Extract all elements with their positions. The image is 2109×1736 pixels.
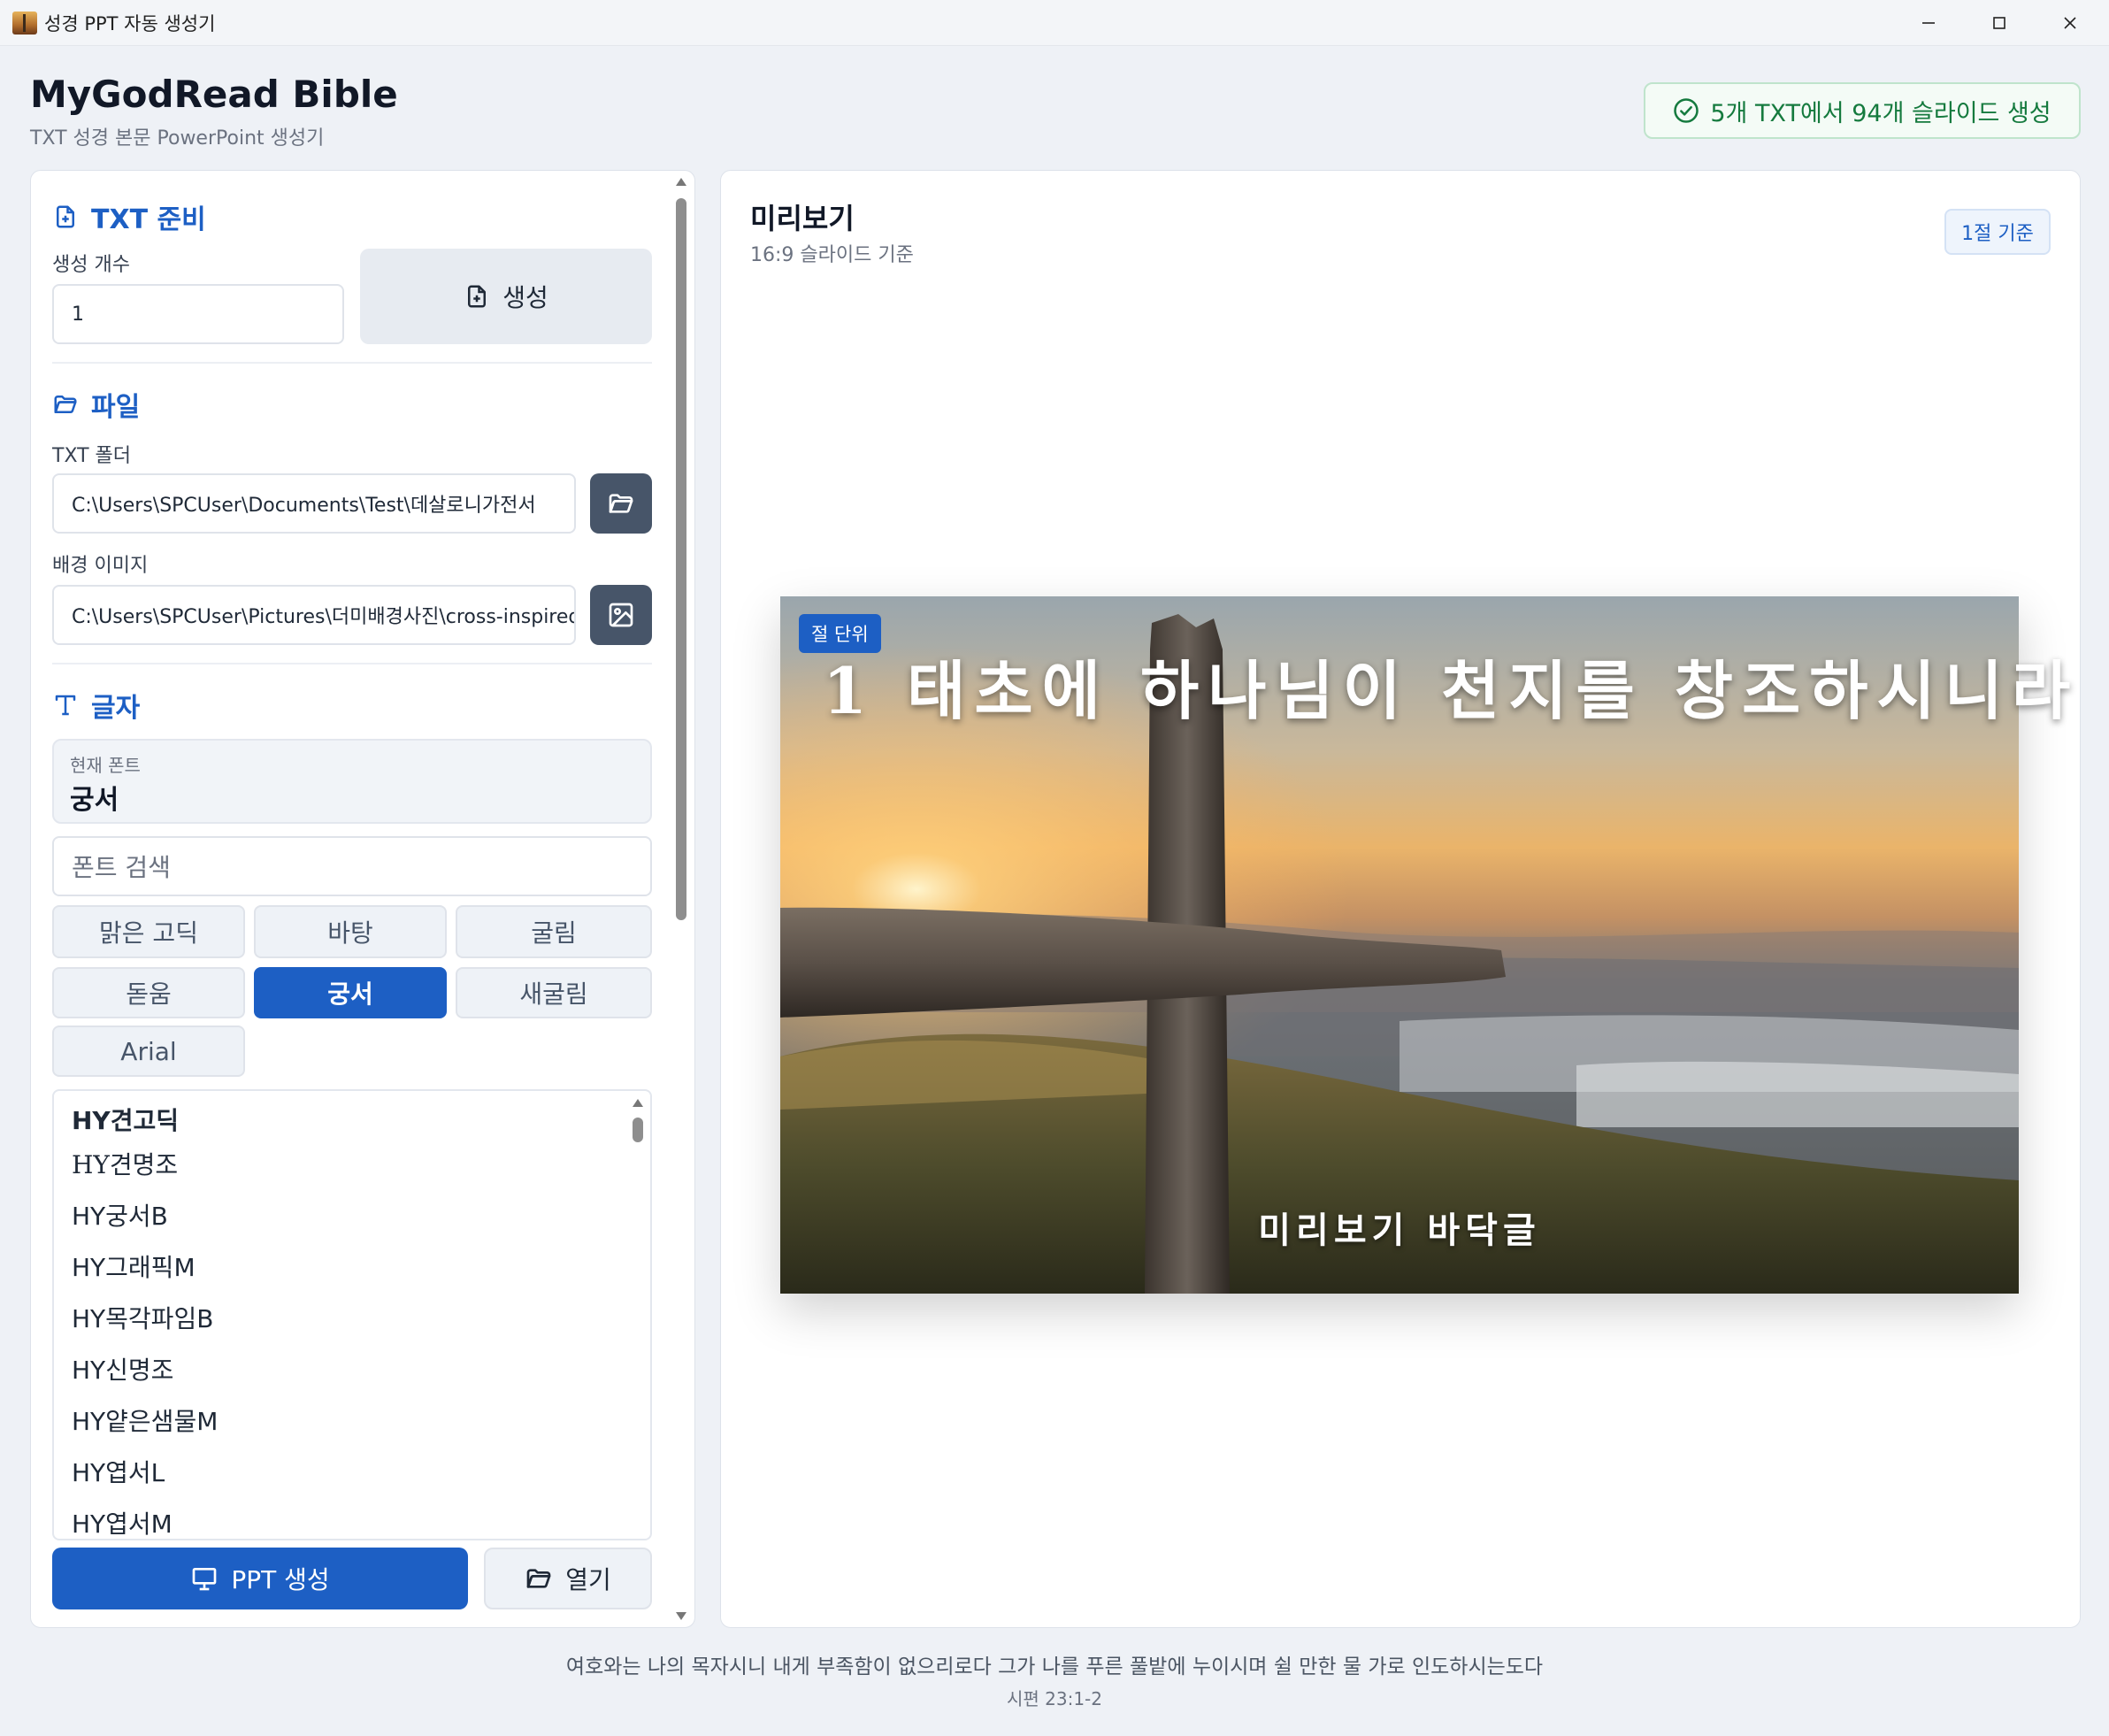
minimize-button[interactable] xyxy=(1893,0,1964,46)
status-text: 5개 TXT에서 94개 슬라이드 생성 xyxy=(1710,99,2051,127)
font-list-item[interactable]: HY견고딕 xyxy=(72,1102,179,1137)
font-list-scrollbar[interactable] xyxy=(633,1118,643,1142)
scroll-down-icon[interactable] xyxy=(674,1609,688,1623)
footer-quote: 여호와는 나의 목자시니 내게 부족함이 없으리로다 그가 나를 푸른 풀밭에 … xyxy=(565,1655,1544,1678)
section-txt-prep: TXT 준비 xyxy=(52,197,206,236)
generate-button[interactable]: 생성 xyxy=(360,249,652,344)
section-title-text: 파일 xyxy=(91,392,141,423)
maximize-icon xyxy=(1993,17,2005,29)
font-list-item[interactable]: HY엽서L xyxy=(72,1454,165,1489)
current-font-card: 현재 폰트 궁서 xyxy=(52,739,652,824)
font-list[interactable]: HY견고딕 HY견명조 HY궁서B HY그래픽M HY목각파임B HY신명조 H… xyxy=(52,1089,652,1540)
type-icon xyxy=(55,695,76,716)
open-button[interactable]: 열기 xyxy=(484,1548,652,1609)
font-chip-batang[interactable]: 바탕 xyxy=(254,905,447,958)
font-list-item[interactable]: HY견명조 xyxy=(72,1146,178,1181)
font-chip-gulim[interactable]: 굴림 xyxy=(456,905,652,958)
app-title: MyGodRead Bible xyxy=(30,73,398,116)
check-circle-icon xyxy=(1674,98,1699,123)
slide-verse-text: 1 태초에 하나님이 천지를 창조하시니라 xyxy=(823,653,2080,728)
section-text: 글자 xyxy=(52,686,140,725)
ppt-generate-label: PPT 생성 xyxy=(231,1565,330,1594)
font-list-item[interactable]: HY신명조 xyxy=(72,1351,173,1386)
minimize-icon xyxy=(1922,22,1935,24)
folder-open-icon xyxy=(609,494,633,513)
scroll-up-icon[interactable] xyxy=(631,1096,645,1110)
file-plus-icon xyxy=(57,205,74,228)
ppt-generate-button[interactable]: PPT 생성 xyxy=(52,1548,468,1609)
txt-folder-label: TXT 폴더 xyxy=(52,445,132,467)
current-font-label: 현재 폰트 xyxy=(70,755,141,776)
close-icon xyxy=(2064,17,2076,29)
font-chip-newgulim[interactable]: 새굴림 xyxy=(456,967,652,1018)
title-bar xyxy=(0,0,2109,46)
folder-open-icon xyxy=(526,1569,551,1588)
window-title: 성경 PPT 자동 생성기 xyxy=(44,13,216,35)
font-chip-arial[interactable]: Arial xyxy=(52,1025,245,1077)
footer-reference: 시편 23:1-2 xyxy=(1006,1688,1102,1709)
count-label: 생성 개수 xyxy=(52,254,130,276)
font-list-item[interactable]: HY목각파임B xyxy=(72,1300,213,1335)
settings-scrollbar[interactable] xyxy=(676,198,686,920)
current-font-value: 궁서 xyxy=(70,785,119,816)
bg-image-input[interactable]: C:\Users\SPCUser\Pictures\더미배경사진\cross-i… xyxy=(52,585,576,645)
close-button[interactable] xyxy=(2035,0,2105,46)
font-search-input[interactable]: 폰트 검색 xyxy=(52,836,652,896)
app-icon xyxy=(12,12,37,35)
presentation-icon xyxy=(193,1568,217,1591)
font-chip-gungsuh[interactable]: 궁서 xyxy=(254,967,447,1018)
image-icon xyxy=(609,603,633,627)
app-subtitle: TXT 성경 본문 PowerPoint 생성기 xyxy=(30,127,325,150)
font-chip-malgun[interactable]: 맑은 고딕 xyxy=(52,905,245,958)
browse-image-button[interactable] xyxy=(590,585,652,645)
font-list-item[interactable]: HY얕은샘물M xyxy=(72,1402,218,1438)
status-badge: 5개 TXT에서 94개 슬라이드 생성 xyxy=(1644,82,2081,139)
divider xyxy=(52,362,652,364)
font-list-item[interactable]: HY궁서B xyxy=(72,1197,168,1233)
count-input[interactable]: 1 xyxy=(52,284,344,344)
section-title-text: TXT 준비 xyxy=(91,204,206,235)
bg-image-label: 배경 이미지 xyxy=(52,555,149,577)
font-list-item[interactable]: HY그래픽M xyxy=(72,1248,196,1284)
slide-footer-text: 미리보기 바닥글 xyxy=(1258,1210,1541,1251)
maximize-button[interactable] xyxy=(1964,0,2035,46)
settings-panel: TXT 준비 생성 개수 1 생성 파일 TXT 폴더 C:\Users\SPC… xyxy=(30,170,695,1628)
folder-open-icon xyxy=(54,396,77,413)
font-list-item[interactable]: HY엽서M xyxy=(72,1505,173,1539)
divider xyxy=(52,663,652,664)
txt-folder-input[interactable]: C:\Users\SPCUser\Documents\Test\데살로니가전서 xyxy=(52,473,576,534)
section-file: 파일 xyxy=(52,385,140,424)
preview-subtitle: 16:9 슬라이드 기준 xyxy=(750,244,914,266)
open-label: 열기 xyxy=(565,1565,611,1594)
file-plus-icon xyxy=(468,285,487,308)
preview-title: 미리보기 xyxy=(750,202,855,235)
browse-folder-button[interactable] xyxy=(590,473,652,534)
font-chip-dotum[interactable]: 돋움 xyxy=(52,967,245,1018)
generate-label: 생성 xyxy=(502,283,548,312)
scroll-up-icon[interactable] xyxy=(674,175,688,189)
section-title-text: 글자 xyxy=(91,693,141,724)
basis-badge: 1절 기준 xyxy=(1944,209,2051,255)
